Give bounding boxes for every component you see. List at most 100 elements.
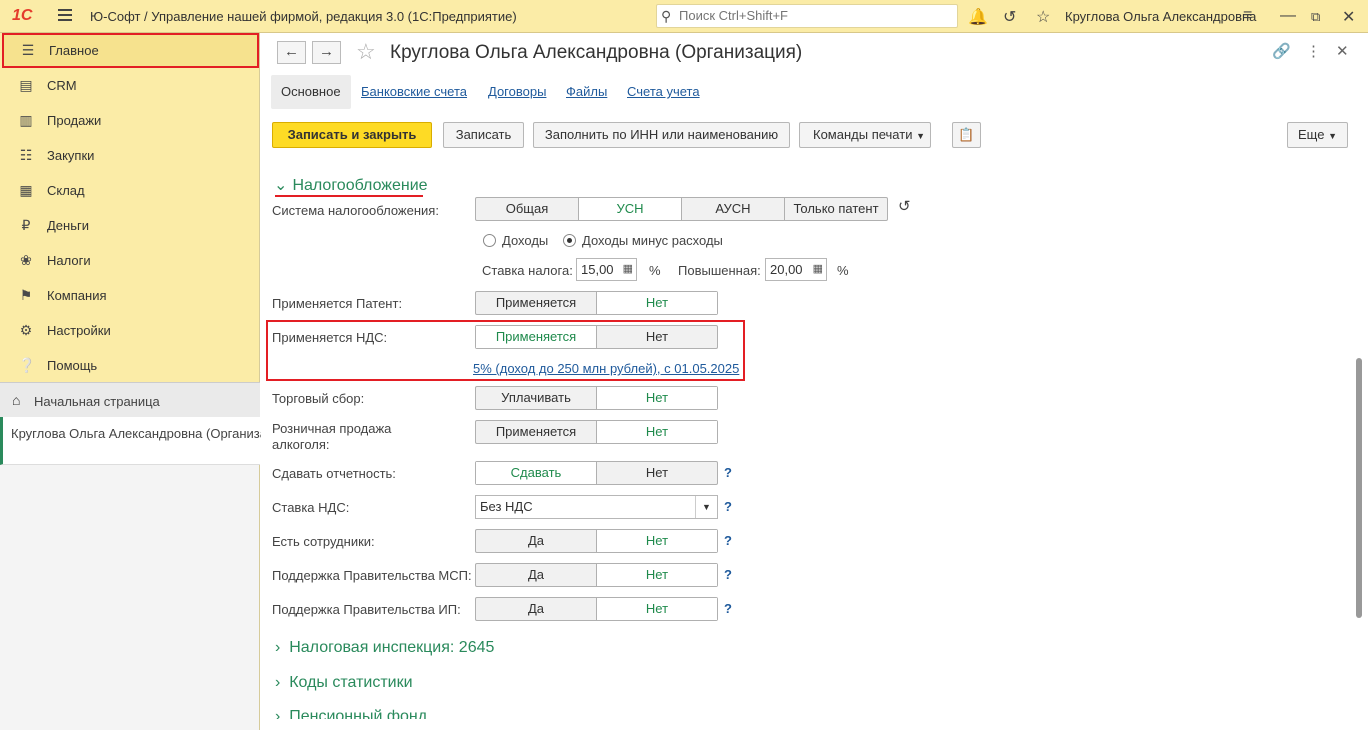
switch-option[interactable]: Нет <box>597 421 717 443</box>
favorite-star-icon[interactable]: ☆ <box>356 39 376 65</box>
back-button[interactable]: ← <box>277 41 306 64</box>
switch-option[interactable]: Нет <box>597 462 717 484</box>
search-input[interactable] <box>679 8 949 23</box>
switch-option[interactable]: Применяется <box>476 326 597 348</box>
help-question-icon[interactable]: ? <box>724 601 732 616</box>
switch-option[interactable]: Применяется <box>476 292 597 314</box>
employees-label: Есть сотрудники: <box>272 534 375 549</box>
switch-option[interactable]: Да <box>476 530 597 552</box>
scrollbar-thumb[interactable] <box>1356 358 1362 618</box>
vat-rate-select[interactable]: Без НДС ▼ <box>475 495 718 519</box>
taxation-section-header[interactable]: ⌄ Налогообложение <box>274 175 428 195</box>
calculator-icon[interactable]: ▦ <box>623 259 633 280</box>
switch-option[interactable]: Нет <box>597 530 717 552</box>
vertical-scrollbar[interactable] <box>1354 183 1364 723</box>
main-menu-icon[interactable] <box>58 9 72 24</box>
sidebar-item-company[interactable]: ⚑ Компания <box>0 278 260 313</box>
favorites-star-icon[interactable]: ☆ <box>1036 7 1050 27</box>
tab-main[interactable]: Основное <box>271 75 351 109</box>
switch-option[interactable]: Нет <box>597 326 717 348</box>
section-title: Коды статистики <box>289 674 413 691</box>
alcohol-label: Розничная продажа алкоголя: <box>272 421 392 452</box>
tab-accounts[interactable]: Счета учета <box>627 75 700 109</box>
sidebar-item-money[interactable]: ₽ Деньги <box>0 208 260 243</box>
alcohol-switch[interactable]: Применяется Нет <box>475 420 718 444</box>
tax-inspection-section[interactable]: › Налоговая инспекция: 2645 <box>275 639 494 657</box>
bell-icon[interactable]: 🔔 <box>968 7 988 27</box>
vat-switch[interactable]: Применяется Нет <box>475 325 718 349</box>
crm-icon: ▤ <box>19 77 33 93</box>
calculator-icon[interactable]: ▦ <box>813 259 823 280</box>
current-user[interactable]: Круглова Ольга Александровна <box>1065 9 1256 24</box>
switch-option[interactable]: Да <box>476 598 597 620</box>
chevron-down-icon[interactable]: ▼ <box>695 496 717 518</box>
home-page-link[interactable]: ⌂ Начальная страница <box>0 382 260 417</box>
help-question-icon[interactable]: ? <box>724 465 732 480</box>
switch-option[interactable]: Да <box>476 564 597 586</box>
gov-msp-switch[interactable]: Да Нет <box>475 563 718 587</box>
sidebar-item-warehouse[interactable]: ▦ Склад <box>0 173 260 208</box>
open-window-label: Круглова Ольга Александровна (Организаци… <box>11 426 294 441</box>
income-minus-expenses-radio[interactable]: Доходы минус расходы <box>563 233 723 248</box>
vat-label: Применяется НДС: <box>272 330 388 345</box>
switch-option[interactable]: Применяется <box>476 421 597 443</box>
help-question-icon[interactable]: ? <box>724 499 732 514</box>
switch-option[interactable]: Нет <box>597 564 717 586</box>
vat-rate-link[interactable]: 5% (доход до 250 млн рублей), с 01.05.20… <box>473 361 739 376</box>
sidebar-item-crm[interactable]: ▤ CRM <box>0 68 260 103</box>
pension-fund-section[interactable]: › Пенсионный фонд <box>275 709 427 719</box>
settings-lines-icon[interactable]: ≡ <box>1243 7 1252 25</box>
help-question-icon[interactable]: ? <box>724 533 732 548</box>
more-button[interactable]: Еще ▼ <box>1287 122 1348 148</box>
report-icon-button[interactable]: 📋 <box>952 122 981 148</box>
raised-rate-input[interactable]: 20,00 ▦ <box>765 258 827 281</box>
minimize-icon[interactable]: — <box>1280 7 1296 25</box>
trade-fee-switch[interactable]: Уплачивать Нет <box>475 386 718 410</box>
forward-button[interactable]: → <box>312 41 341 64</box>
sidebar-item-help[interactable]: ❔ Помощь <box>0 348 260 383</box>
tab-files[interactable]: Файлы <box>566 75 607 109</box>
search-box[interactable]: ⚲ <box>656 4 958 28</box>
open-window-item[interactable]: Круглова Ольга Александровна (Организаци… <box>0 417 294 465</box>
gov-ip-switch[interactable]: Да Нет <box>475 597 718 621</box>
percent-sign: % <box>837 263 849 278</box>
tab-contracts[interactable]: Договоры <box>488 75 546 109</box>
tab-bank-accounts[interactable]: Банковские счета <box>361 75 467 109</box>
switch-option[interactable]: Нет <box>597 387 717 409</box>
income-radio[interactable]: Доходы <box>483 233 548 248</box>
switch-option[interactable]: Нет <box>597 598 717 620</box>
print-commands-button[interactable]: Команды печати ▼ <box>799 122 931 148</box>
tax-system-option[interactable]: Только патент <box>785 198 887 220</box>
sidebar-item-taxes[interactable]: ❀ Налоги <box>0 243 260 278</box>
history-icon[interactable]: ↺ <box>1003 7 1016 27</box>
switch-option[interactable]: Уплачивать <box>476 387 597 409</box>
restore-icon[interactable]: ⧉ <box>1311 9 1320 25</box>
tax-system-option[interactable]: УСН <box>579 198 682 220</box>
tax-system-option[interactable]: Общая <box>476 198 579 220</box>
sidebar-item-settings[interactable]: ⚙ Настройки <box>0 313 260 348</box>
save-button[interactable]: Записать <box>443 122 524 148</box>
save-and-close-button[interactable]: Записать и закрыть <box>272 122 432 148</box>
switch-option[interactable]: Нет <box>597 292 717 314</box>
statistics-codes-section[interactable]: › Коды статистики <box>275 674 413 692</box>
employees-switch[interactable]: Да Нет <box>475 529 718 553</box>
tax-system-switch[interactable]: Общая УСН АУСН Только патент <box>475 197 888 221</box>
fill-by-inn-button[interactable]: Заполнить по ИНН или наименованию <box>533 122 790 148</box>
sidebar-item-label: Компания <box>47 288 107 303</box>
more-vertical-icon[interactable]: ⋮ <box>1306 42 1321 60</box>
link-icon[interactable]: 🔗 <box>1272 42 1291 60</box>
close-form-icon[interactable]: ✕ <box>1336 42 1349 60</box>
tax-rate-input[interactable]: 15,00 ▦ <box>576 258 637 281</box>
sidebar-item-main[interactable]: ☰ Главное <box>2 33 259 68</box>
dropdown-arrow-icon: ▼ <box>1328 131 1337 141</box>
tax-system-option[interactable]: АУСН <box>682 198 785 220</box>
sidebar-item-sales[interactable]: ▥ Продажи <box>0 103 260 138</box>
help-question-icon[interactable]: ? <box>724 567 732 582</box>
sidebar-item-purchases[interactable]: ☷ Закупки <box>0 138 260 173</box>
reporting-switch[interactable]: Сдавать Нет <box>475 461 718 485</box>
switch-option[interactable]: Сдавать <box>476 462 597 484</box>
history-icon[interactable]: ↺ <box>898 197 911 215</box>
close-window-icon[interactable]: ✕ <box>1342 7 1355 27</box>
reporting-label: Сдавать отчетность: <box>272 466 396 481</box>
patent-switch[interactable]: Применяется Нет <box>475 291 718 315</box>
